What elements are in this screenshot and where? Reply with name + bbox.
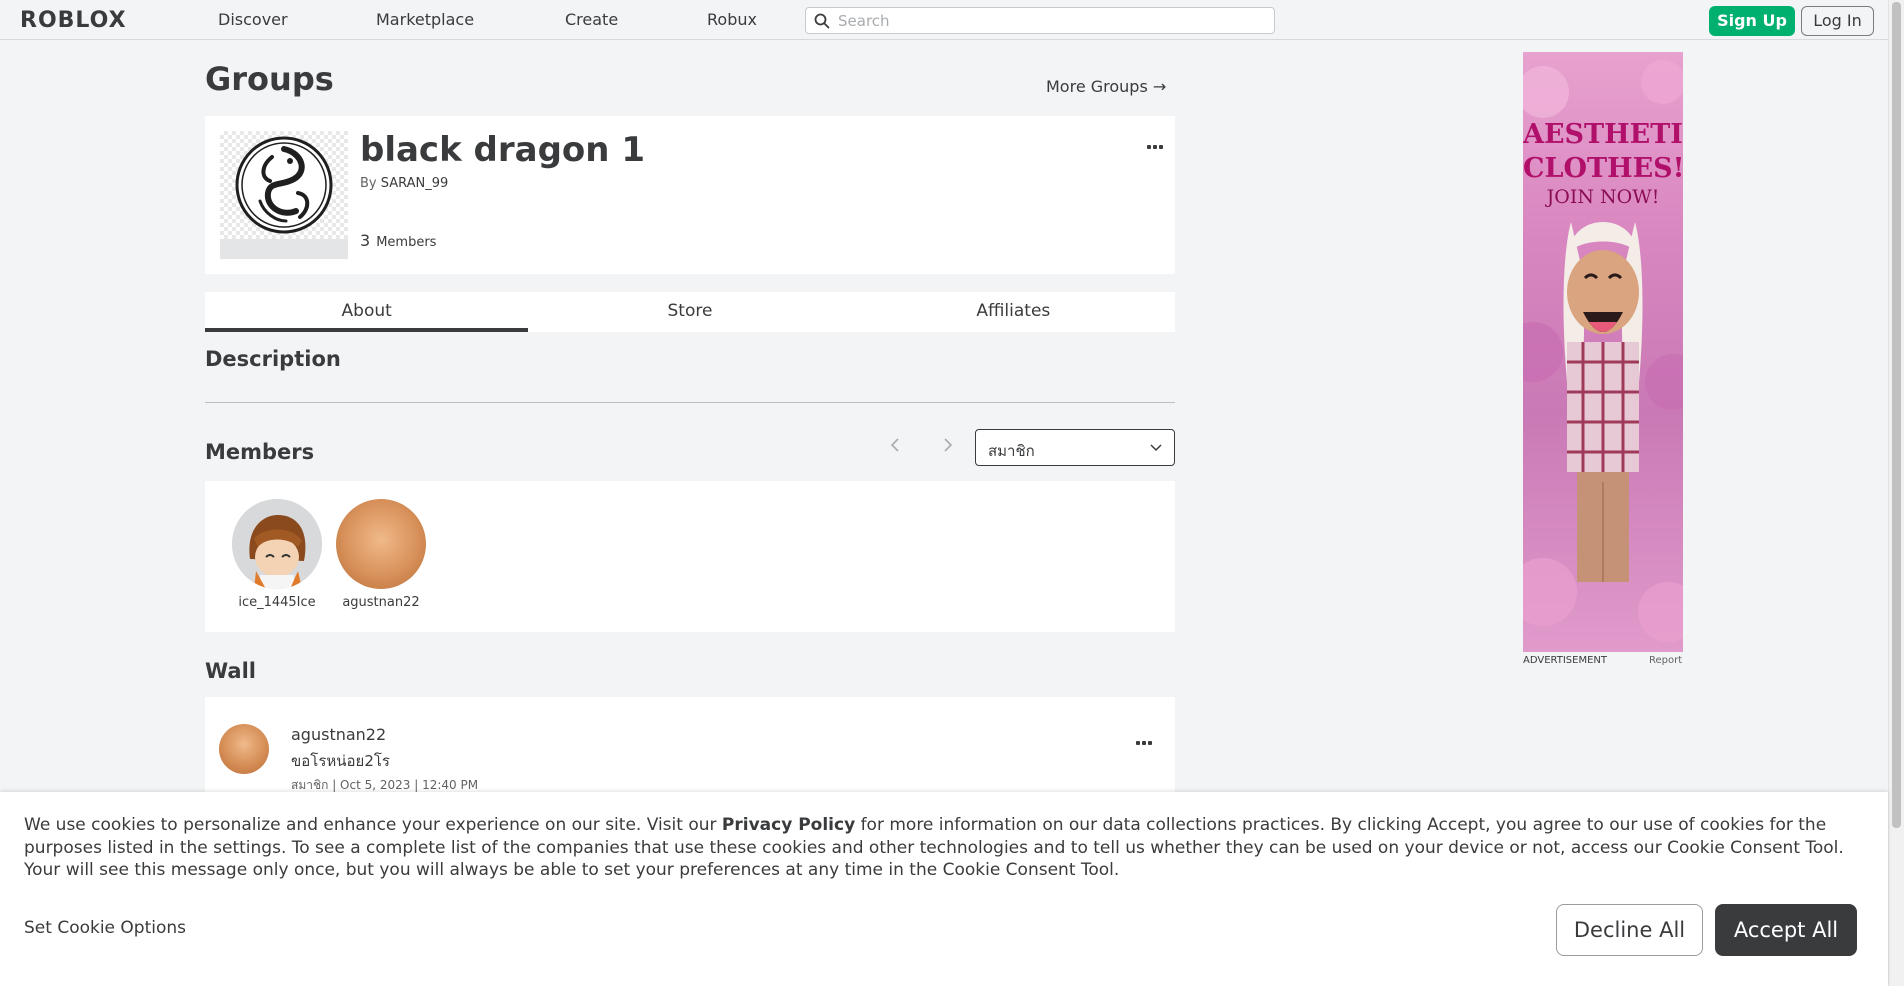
avatar[interactable] [336,499,426,589]
cookie-consent-banner: We use cookies to personalize and enhanc… [0,792,1888,986]
group-member-count: 3 Members [360,231,436,250]
wall-post-message: ขอโรหน่อย2โร [291,752,390,770]
group-tabs: About Store Affiliates [205,292,1175,332]
ad-report-link[interactable]: Report [1649,655,1682,666]
advertisement-banner[interactable]: AESTHETIC CLOTHES! JOIN NOW! [1523,52,1683,652]
nav-link-robux[interactable]: Robux [707,10,757,29]
decline-all-button[interactable]: Decline All [1556,904,1703,956]
group-owner: By SARAN_99 [360,176,448,191]
role-select-value: สมาชิก [988,442,1035,460]
privacy-policy-link[interactable]: Privacy Policy [722,815,855,835]
ad-headline-line2: CLOTHES! [1523,153,1683,184]
chevron-down-icon [1150,444,1162,452]
set-cookie-options-link[interactable]: Set Cookie Options [24,918,186,938]
chevron-left-icon[interactable] [889,437,901,458]
role-select[interactable]: สมาชิก [975,429,1175,466]
member-item[interactable]: agustnan22 [326,499,436,610]
description-divider [205,402,1175,403]
group-owner-link[interactable]: SARAN_99 [381,176,449,191]
group-more-options-icon[interactable] [1147,134,1165,149]
group-header-card: black dragon 1 By SARAN_99 3 Members [205,116,1175,274]
post-more-options-icon[interactable] [1136,730,1154,745]
nav-link-marketplace[interactable]: Marketplace [376,10,474,29]
members-heading: Members [205,440,315,464]
group-owner-prefix: By [360,176,377,191]
nav-link-create[interactable]: Create [565,10,618,29]
ad-headline: AESTHETIC CLOTHES! [1523,118,1683,186]
more-groups-link[interactable]: More Groups → [1046,77,1166,96]
ad-subheadline: JOIN NOW! [1546,186,1660,208]
wall-post-username[interactable]: agustnan22 [291,725,386,744]
cookie-message: We use cookies to personalize and enhanc… [24,814,1864,882]
group-emblem [220,131,348,259]
group-name: black dragon 1 [360,130,645,170]
scrollbar-thumb[interactable] [1892,2,1901,828]
nav-link-discover[interactable]: Discover [218,10,288,29]
member-count-label: Members [376,235,437,250]
member-item[interactable]: ice_1445Ice [222,499,332,610]
member-avatar-image [232,499,322,589]
sign-up-button[interactable]: Sign Up [1709,6,1795,36]
member-name[interactable]: ice_1445Ice [222,595,332,610]
tab-store[interactable]: Store [528,292,851,332]
accept-all-button[interactable]: Accept All [1715,904,1857,956]
member-name[interactable]: agustnan22 [326,595,436,610]
search-input[interactable] [838,10,1258,31]
tab-about[interactable]: About [205,292,529,332]
log-in-button[interactable]: Log In [1801,6,1874,36]
members-list: ice_1445Ice agustnan22 [205,481,1175,632]
page-title: Groups [205,60,334,98]
dragon-emblem-icon [235,136,333,234]
top-nav-bar: ROBLOX Discover Marketplace Create Robux… [0,0,1888,40]
avatar[interactable] [219,724,269,774]
ad-headline-line1: AESTHETIC [1523,119,1683,150]
avatar[interactable] [232,499,322,589]
roblox-logo[interactable]: ROBLOX [20,8,127,33]
member-count-value: 3 [360,231,371,250]
emblem-footer [220,239,348,259]
chevron-right-icon[interactable] [942,437,954,458]
tab-affiliates[interactable]: Affiliates [852,292,1175,332]
search-box[interactable] [805,7,1275,34]
wall-heading: Wall [205,659,256,683]
search-icon [814,13,830,29]
page-scrollbar[interactable] [1888,0,1904,986]
cookie-text-before: We use cookies to personalize and enhanc… [24,815,722,835]
ad-label: ADVERTISEMENT [1523,655,1608,666]
description-heading: Description [205,347,341,371]
